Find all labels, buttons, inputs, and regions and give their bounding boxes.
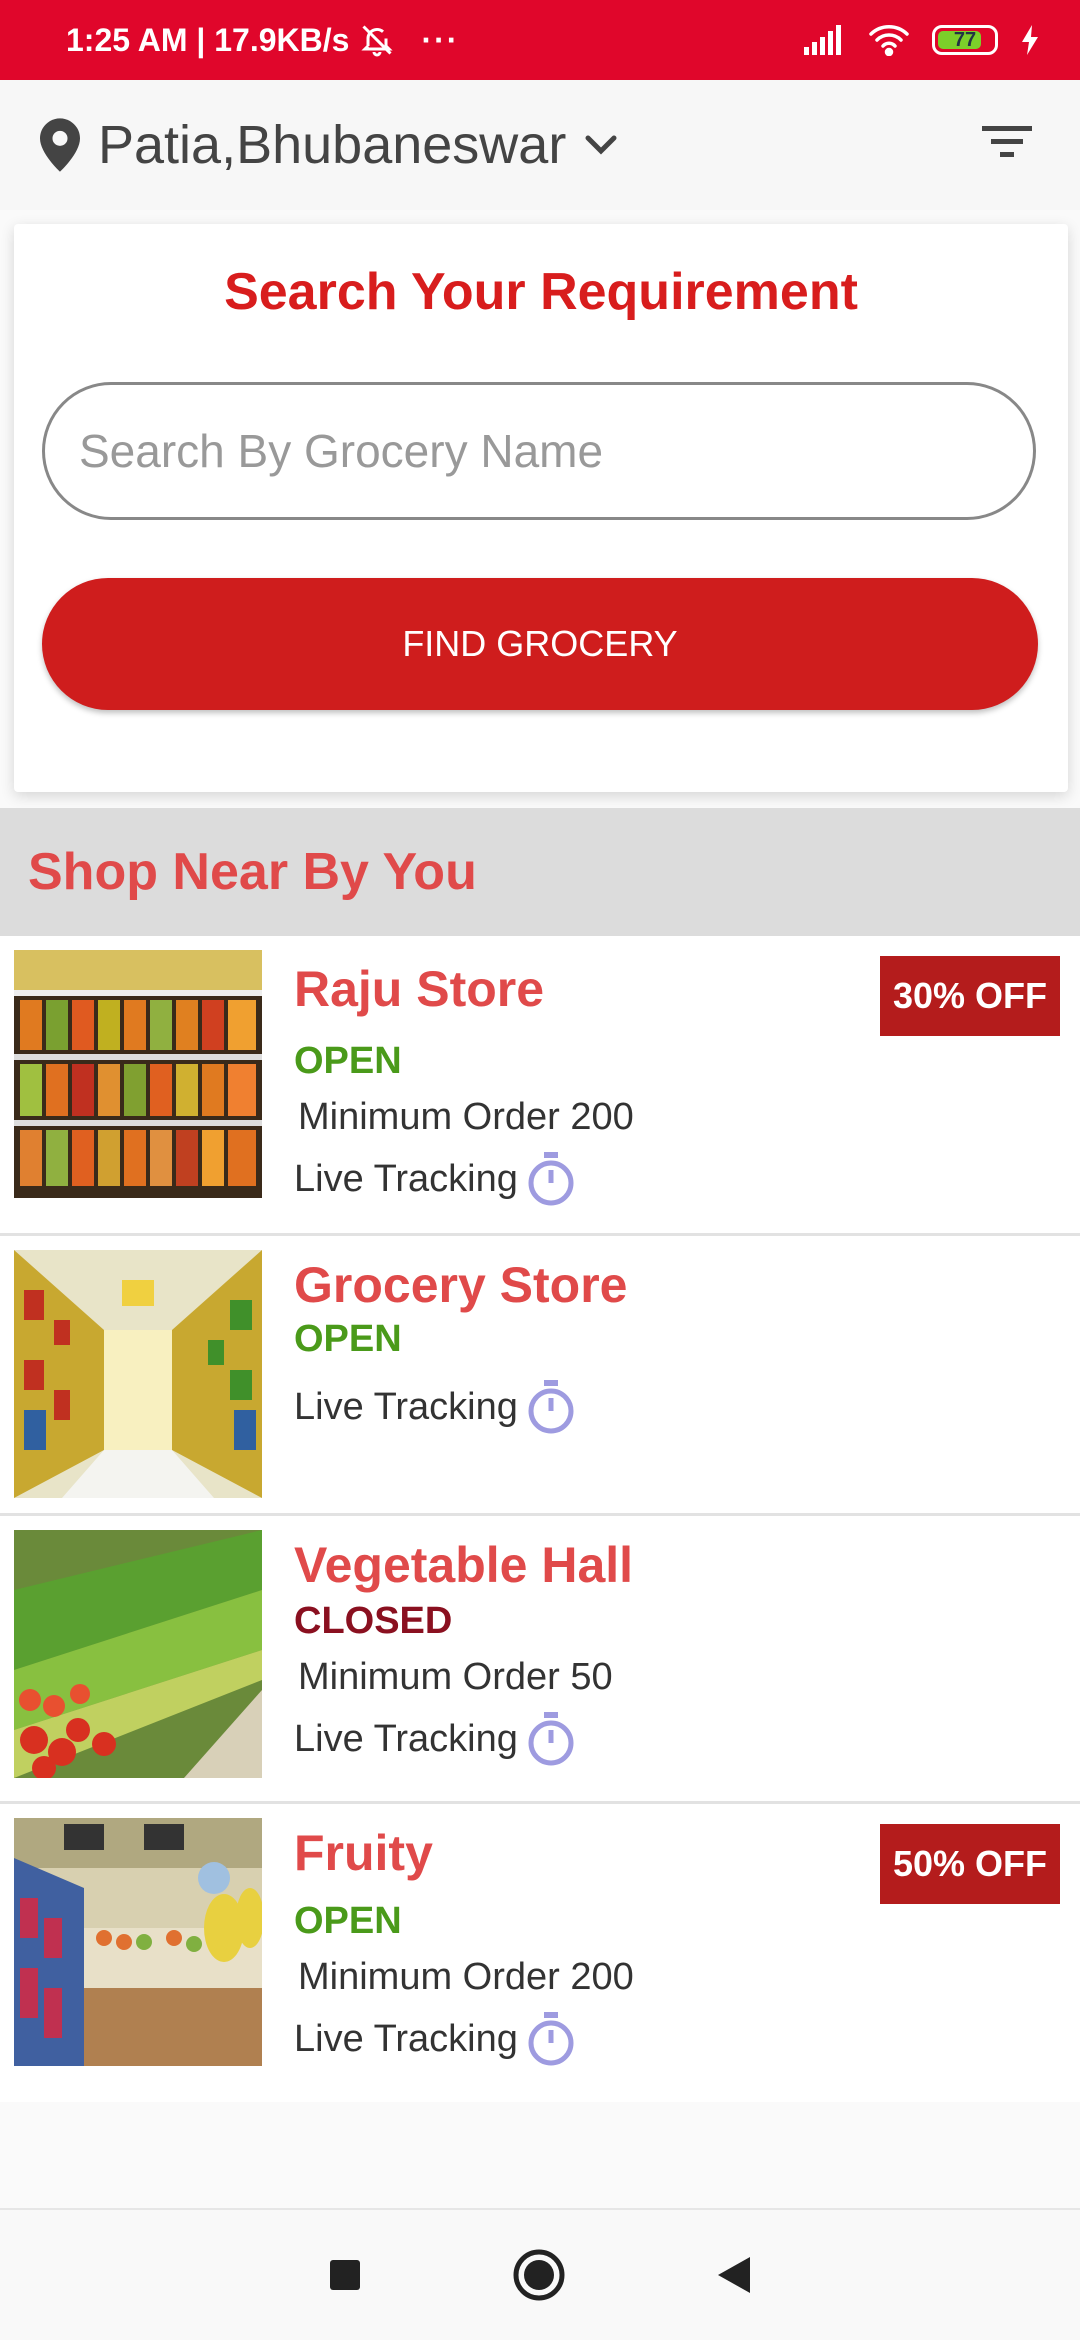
tracking-label: Live Tracking [294,2017,518,2060]
shop-name: Grocery Store [294,1257,628,1313]
timer-icon [528,2012,574,2066]
shop-image [14,950,262,1198]
battery-icon: 77 [932,25,998,55]
shop-item-grocery-store[interactable]: Grocery Store OPEN Live Tracking [0,1236,1080,1516]
bell-off-icon [361,25,394,57]
nav-recents-icon[interactable] [328,2258,362,2292]
discount-badge: 30% OFF [880,956,1060,1036]
timer-icon [528,1152,574,1206]
shop-item-fruity[interactable]: Fruity OPEN Minimum Order 200 Live Track… [0,1804,1080,2102]
signal-icon [804,25,841,55]
location-pin-icon[interactable] [40,118,80,172]
tracking-label: Live Tracking [294,1157,518,1200]
shop-status: OPEN [294,1900,402,1942]
section-header: Shop Near By You [0,808,1080,936]
find-grocery-button[interactable]: FIND GROCERY [42,578,1038,710]
shop-min-order: Minimum Order 200 [298,1956,634,1998]
timer-icon [528,1712,574,1766]
search-card: Search Your Requirement FIND GROCERY [14,224,1068,792]
shop-live-tracking[interactable]: Live Tracking [294,2010,576,2068]
tracking-label: Live Tracking [294,1385,518,1428]
location-bar: Patia,Bhubaneswar [0,80,1080,210]
status-more-dots: ··· [421,21,460,58]
charging-icon [1022,25,1038,55]
shop-list: Raju Store OPEN Minimum Order 200 Live T… [0,936,1080,2102]
shop-live-tracking[interactable]: Live Tracking [294,1378,576,1436]
location-label[interactable]: Patia,Bhubaneswar [98,114,566,176]
system-nav-bar [0,2208,1080,2340]
shop-status: OPEN [294,1040,402,1082]
shop-name: Vegetable Hall [294,1537,634,1593]
timer-icon [528,1380,574,1434]
shop-min-order: Minimum Order 50 [298,1656,613,1698]
battery-level: 77 [953,28,977,51]
shop-live-tracking[interactable]: Live Tracking [294,1710,576,1768]
search-input[interactable] [42,382,1036,520]
status-left: 1:25 AM | 17.9KB/s ··· [66,22,459,59]
nav-back-icon[interactable] [716,2255,752,2295]
shop-item-raju-store[interactable]: Raju Store OPEN Minimum Order 200 Live T… [0,936,1080,1236]
shop-image [14,1530,262,1778]
shop-status: CLOSED [294,1600,453,1642]
shop-min-order: Minimum Order 200 [298,1096,634,1138]
search-title: Search Your Requirement [224,263,858,321]
chevron-down-icon[interactable] [584,133,618,157]
shop-name: Raju Store [294,961,545,1017]
tracking-label: Live Tracking [294,1717,518,1760]
shop-image [14,1818,262,2066]
shop-name: Fruity [294,1825,433,1881]
status-right: 77 [802,24,1040,56]
status-bar: 1:25 AM | 17.9KB/s ··· 77 [0,0,1080,80]
shop-live-tracking[interactable]: Live Tracking [294,1150,576,1208]
status-time: 1:25 AM | 17.9KB/s [66,21,350,58]
wifi-icon [869,25,909,56]
nav-home-icon[interactable] [512,2248,566,2302]
discount-badge: 50% OFF [880,1824,1060,1904]
shop-image [14,1250,262,1498]
shop-item-vegetable-hall[interactable]: Vegetable Hall CLOSED Minimum Order 50 L… [0,1516,1080,1804]
shop-status: OPEN [294,1318,402,1360]
filter-icon[interactable] [982,122,1032,162]
